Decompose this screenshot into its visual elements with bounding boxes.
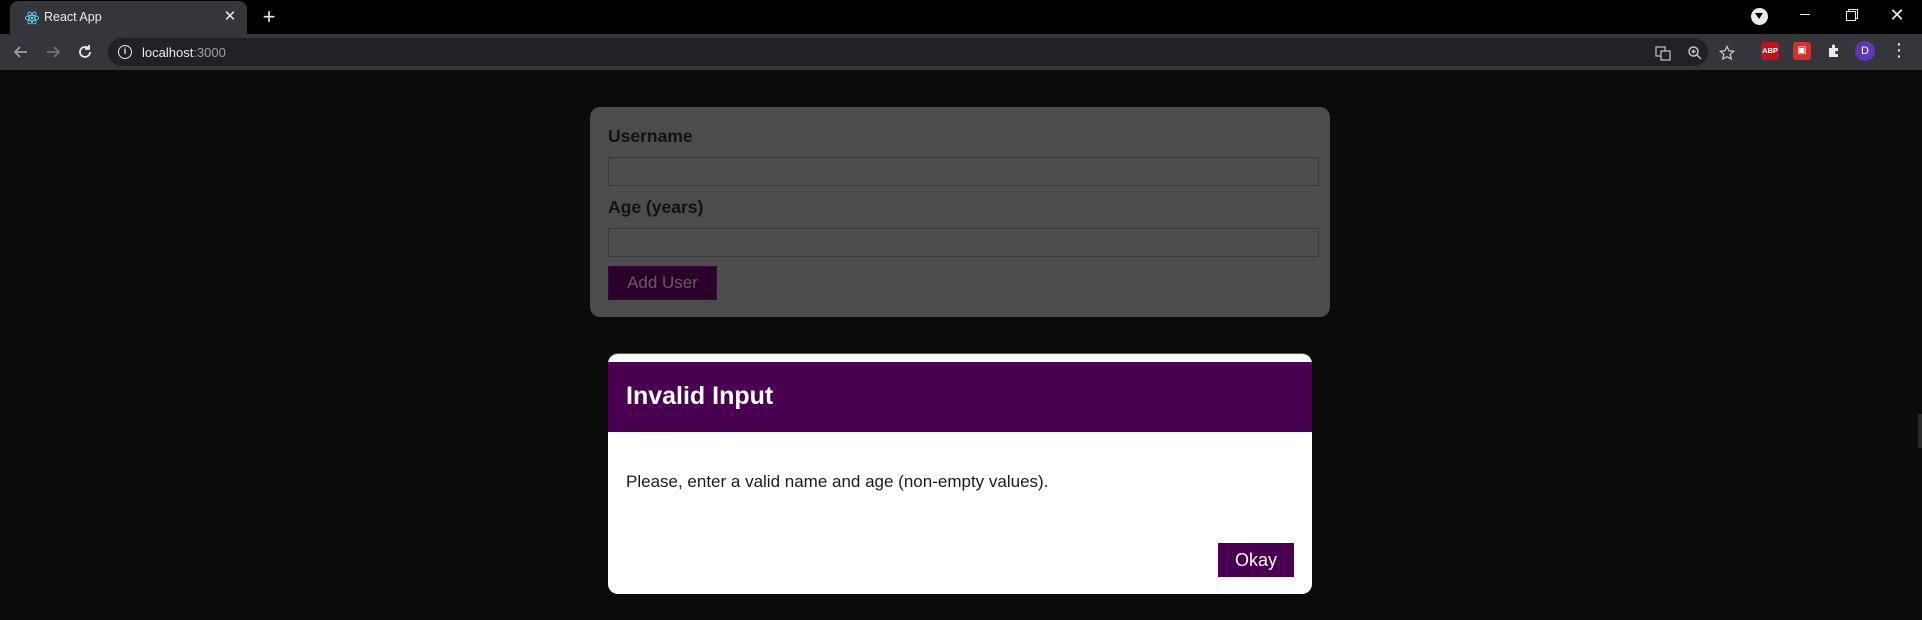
arrow-left-icon	[13, 46, 27, 58]
tab-search-icon[interactable]	[1751, 8, 1768, 25]
restore-window-button[interactable]	[1836, 4, 1866, 26]
zoom-icon[interactable]	[1687, 45, 1703, 61]
new-tab-button[interactable]: +	[258, 6, 280, 29]
modal-message: Please, enter a valid name and age (non-…	[626, 472, 1049, 491]
puzzle-icon[interactable]	[1825, 42, 1843, 60]
react-logo-icon	[24, 11, 40, 25]
star-icon[interactable]	[1718, 44, 1736, 61]
add-user-button[interactable]: Add User	[608, 266, 717, 300]
profile-avatar[interactable]: D	[1855, 41, 1875, 61]
forward-button[interactable]	[41, 40, 65, 64]
extension-icon[interactable]: ▣	[1793, 42, 1811, 60]
modal-title: Invalid Input	[626, 382, 774, 410]
close-window-button[interactable]: ✕	[1882, 4, 1912, 26]
kebab-menu-icon[interactable]: ⋮	[1890, 41, 1908, 61]
browser-tab[interactable]: React App ✕	[10, 1, 247, 34]
username-label: Username	[608, 126, 693, 146]
username-input[interactable]	[608, 157, 1319, 186]
back-button[interactable]	[9, 40, 33, 64]
tab-title: React App	[44, 10, 102, 24]
add-user-form: Username Age (years) Add User	[590, 107, 1330, 317]
info-icon[interactable]: i	[118, 45, 132, 59]
reload-button[interactable]	[73, 40, 97, 64]
scrollbar-thumb[interactable]	[1918, 414, 1922, 448]
okay-button[interactable]: Okay	[1218, 543, 1294, 577]
age-label: Age (years)	[608, 197, 704, 217]
translate-icon[interactable]	[1655, 45, 1671, 61]
minimize-window-button[interactable]	[1790, 4, 1820, 26]
browser-toolbar: i localhost:3000	[0, 34, 1922, 70]
age-input[interactable]	[608, 228, 1319, 257]
reload-icon	[79, 45, 91, 58]
arrow-right-icon	[47, 46, 61, 58]
tab-close-icon[interactable]: ✕	[223, 9, 237, 24]
adblock-extension-icon[interactable]: ABP	[1761, 42, 1779, 60]
tab-bar: React App ✕ + ✕	[0, 0, 1922, 34]
address-bar[interactable]: i localhost:3000	[108, 38, 1736, 66]
page-content: Username Age (years) Add User Invalid In…	[0, 70, 1922, 620]
error-modal: Invalid Input Please, enter a valid name…	[608, 354, 1312, 594]
url-text[interactable]: localhost:3000	[142, 45, 226, 60]
modal-header: Invalid Input	[608, 362, 1312, 432]
